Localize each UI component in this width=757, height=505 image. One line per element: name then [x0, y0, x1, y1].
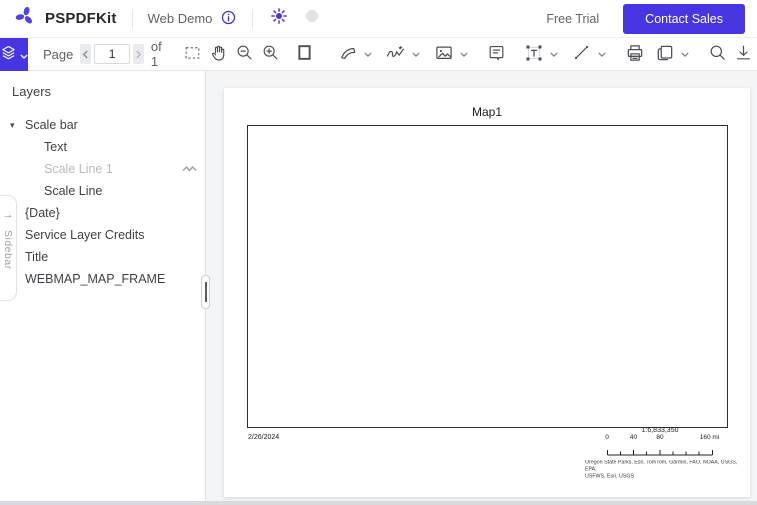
- marquee-select-button[interactable]: [183, 41, 202, 67]
- next-page-button[interactable]: [133, 44, 144, 64]
- contact-sales-button[interactable]: Contact Sales: [623, 3, 745, 34]
- print-icon: [625, 43, 645, 66]
- chevron-down-icon: [20, 47, 28, 62]
- layer-item-webmap-map-frame[interactable]: WEBMAP_MAP_FRAME: [0, 268, 205, 290]
- zoom-in-button[interactable]: [261, 41, 280, 67]
- zoom-out-icon: [235, 43, 254, 65]
- image-icon: [434, 43, 454, 66]
- layer-item-scale-bar[interactable]: ▾ Scale bar: [0, 114, 205, 136]
- pan-hand-icon: [209, 43, 228, 65]
- sidebar-resize-handle[interactable]: [201, 275, 210, 309]
- divider: [252, 8, 254, 29]
- line-button[interactable]: [569, 41, 595, 67]
- export-dropdown[interactable]: [678, 41, 693, 67]
- sidebar-toggle-label: Sidebar: [2, 230, 14, 270]
- annotate-callout-icon: [338, 43, 358, 66]
- text-box-icon: [524, 43, 544, 66]
- app-header: PSPDFKit Web Demo Free Trial Contact Sal…: [0, 0, 757, 38]
- note-icon: [487, 43, 506, 65]
- info-icon[interactable]: [220, 9, 237, 29]
- ink-signature-icon: [385, 42, 406, 66]
- divider: [131, 8, 133, 29]
- download-icon: [734, 43, 753, 65]
- webdemo-label: Web Demo: [147, 11, 213, 26]
- scale-ratio-label: 1:6,833,350: [641, 427, 679, 434]
- layer-item-service-layer-credits[interactable]: Service Layer Credits: [0, 224, 205, 246]
- document-viewport: Map1 2/26/2024 1:6,833,350 0 40 80 160 m…: [206, 71, 757, 505]
- page-total-label: of 1: [150, 39, 162, 69]
- export-pages-icon: [655, 43, 675, 66]
- print-button[interactable]: [625, 41, 645, 67]
- layers-sidebar: Layers ▾ Scale bar Text Scale Line 1 Sca…: [0, 71, 206, 505]
- fit-page-icon: [295, 43, 314, 65]
- zoom-out-button[interactable]: [235, 41, 254, 67]
- text-box-dropdown[interactable]: [547, 41, 562, 67]
- zoom-in-icon: [261, 43, 280, 65]
- scale-bar[interactable]: 1:6,833,350 0 40 80 160 mi: [605, 427, 720, 461]
- service-layer-credits-annotation[interactable]: Oregon State Parks, Esri, TomTom, Garmin…: [585, 460, 749, 481]
- note-button[interactable]: [487, 41, 506, 67]
- sidebar-toggle-tab[interactable]: → Sidebar: [0, 195, 17, 301]
- layer-item-title[interactable]: Title: [0, 246, 205, 268]
- toolbar: Page of 1: [0, 37, 757, 71]
- pdf-page: Map1 2/26/2024 1:6,833,350 0 40 80 160 m…: [224, 88, 750, 497]
- line-dropdown[interactable]: [595, 41, 610, 67]
- expand-caret-icon[interactable]: ▾: [10, 120, 25, 131]
- download-button[interactable]: [734, 41, 753, 67]
- prev-page-button[interactable]: [80, 44, 92, 64]
- layer-item-scale-line[interactable]: Scale Line: [0, 180, 205, 202]
- scale-tick-labels: 0 40 80 160 mi: [605, 434, 720, 441]
- light-theme-sun-icon[interactable]: [270, 7, 288, 30]
- line-icon: [572, 43, 591, 65]
- webmap-map-frame[interactable]: [247, 125, 728, 428]
- dark-theme-moon-icon[interactable]: [304, 8, 320, 29]
- arrow-right-icon: →: [2, 209, 14, 221]
- page-number-input[interactable]: [94, 44, 131, 64]
- window-bottom-edge: [0, 501, 757, 505]
- map-title-annotation[interactable]: Map1: [224, 105, 750, 119]
- brand: PSPDFKit: [14, 5, 117, 32]
- ink-signature-button[interactable]: [383, 41, 409, 67]
- pspdfkit-logo-icon: [14, 5, 36, 32]
- annotate-callout-dropdown[interactable]: [361, 41, 376, 67]
- pan-button[interactable]: [209, 41, 228, 67]
- marquee-select-icon: [183, 43, 202, 65]
- annotate-callout-button[interactable]: [335, 41, 361, 67]
- layer-item-date[interactable]: {Date}: [0, 202, 205, 224]
- ink-signature-dropdown[interactable]: [409, 41, 424, 67]
- image-button[interactable]: [431, 41, 457, 67]
- fit-page-button[interactable]: [295, 41, 314, 67]
- text-box-button[interactable]: [521, 41, 547, 67]
- search-button[interactable]: [708, 41, 727, 67]
- polyline-indicator-icon: [182, 162, 197, 176]
- scale-ruler: [607, 443, 713, 461]
- layer-item-scale-line-1[interactable]: Scale Line 1: [0, 158, 205, 180]
- brand-name: PSPDFKit: [45, 10, 117, 27]
- page-label: Page: [43, 46, 74, 62]
- image-dropdown[interactable]: [457, 41, 472, 67]
- layers-menu-button[interactable]: [0, 37, 28, 71]
- search-icon: [708, 43, 727, 65]
- free-trial-label: Free Trial: [546, 11, 600, 26]
- export-button[interactable]: [652, 41, 678, 67]
- date-annotation[interactable]: 2/26/2024: [248, 434, 279, 441]
- sidebar-title: Layers: [12, 84, 52, 99]
- layer-item-text[interactable]: Text: [0, 136, 205, 158]
- layers-icon: [0, 44, 17, 64]
